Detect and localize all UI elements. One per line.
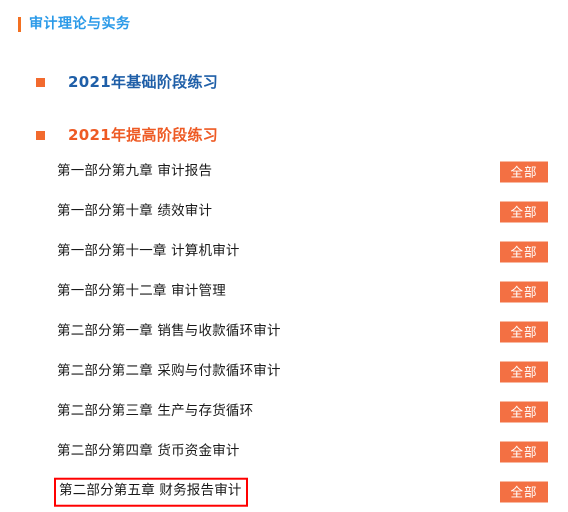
square-bullet-icon [36,130,45,140]
chapter-title-link[interactable]: 第一部分第九章 审计报告 [57,163,212,181]
view-all-button[interactable]: 全部 [500,161,548,183]
chapter-row: 第一部分第九章 审计报告 全部 [0,152,568,192]
chapter-row: 第一部分第十章 绩效审计 全部 [0,192,568,232]
view-all-button[interactable]: 全部 [500,361,548,383]
chapter-row: 第一部分第十一章 计算机审计 全部 [0,232,568,272]
view-all-button[interactable]: 全部 [500,481,548,503]
section-header-advanced-stage[interactable]: 2021年提高阶段练习 [36,124,218,146]
chapter-title-link[interactable]: 第二部分第一章 销售与收款循环审计 [57,323,281,341]
section-label-basic-stage: 2021年基础阶段练习 [68,72,219,91]
chapter-title-link[interactable]: 第二部分第四章 货币资金审计 [57,443,240,461]
chapter-title-link[interactable]: 第一部分第十二章 审计管理 [57,283,226,301]
view-all-button[interactable]: 全部 [500,201,548,223]
page-title-label: 审计理论与实务 [29,16,131,32]
chapter-row: 第二部分第二章 采购与付款循环审计 全部 [0,352,568,392]
chapter-title-link[interactable]: 第二部分第五章 财务报告审计 [54,477,248,507]
chapter-row: 第一部分第十二章 审计管理 全部 [0,272,568,312]
chapter-row: 第二部分第一章 销售与收款循环审计 全部 [0,312,568,352]
page-title: 审计理论与实务 [18,14,131,34]
chapter-row-highlighted: 第二部分第五章 财务报告审计 全部 [0,472,568,512]
view-all-button[interactable]: 全部 [500,401,548,423]
view-all-button[interactable]: 全部 [500,321,548,343]
view-all-button[interactable]: 全部 [500,281,548,303]
title-accent-bar [18,16,21,32]
chapter-title-link[interactable]: 第一部分第十一章 计算机审计 [57,243,240,261]
chapter-title-link[interactable]: 第一部分第十章 绩效审计 [57,203,212,221]
view-all-button[interactable]: 全部 [500,241,548,263]
view-all-button[interactable]: 全部 [500,441,548,463]
chapter-list: 第一部分第九章 审计报告 全部 第一部分第十章 绩效审计 全部 第一部分第十一章… [0,152,568,512]
section-header-basic-stage[interactable]: 2021年基础阶段练习 [36,71,218,93]
square-bullet-icon [36,77,45,87]
section-label-advanced-stage: 2021年提高阶段练习 [68,125,219,144]
chapter-title-link[interactable]: 第二部分第三章 生产与存货循环 [57,403,253,421]
chapter-title-link[interactable]: 第二部分第二章 采购与付款循环审计 [57,363,281,381]
chapter-row: 第二部分第三章 生产与存货循环 全部 [0,392,568,432]
chapter-row: 第二部分第四章 货币资金审计 全部 [0,432,568,472]
